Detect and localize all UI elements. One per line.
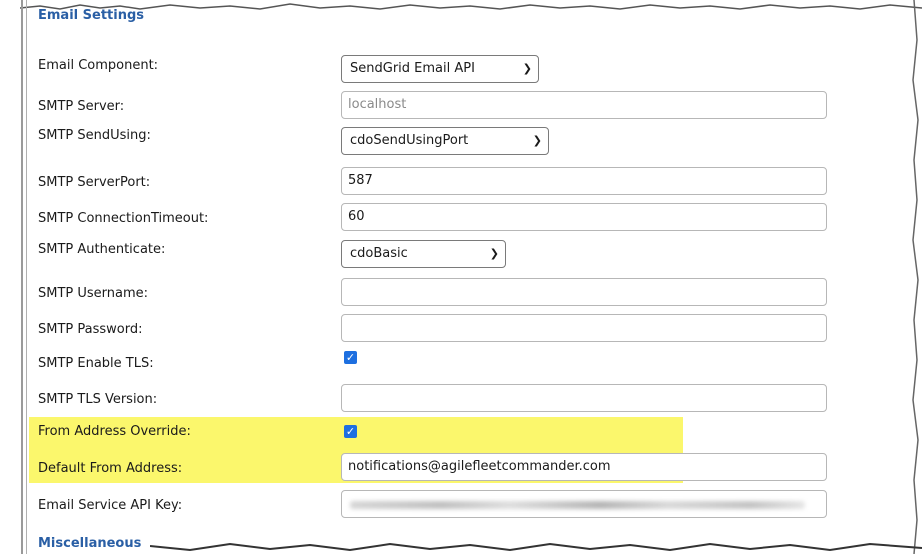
api-key-input[interactable] [341,490,827,518]
row-email-component: Email Component: SendGrid Email API ❯ [29,54,827,90]
smtp-authenticate-value: cdoBasic [350,246,408,261]
smtp-username-input[interactable] [341,278,827,306]
email-component-label: Email Component: [38,58,159,73]
check-icon: ✓ [345,425,356,438]
row-smtp-timeout: SMTP ConnectionTimeout: 60 [29,202,827,238]
smtp-serverport-input[interactable]: 587 [341,167,827,195]
row-from-address-override: From Address Override: ✓ [29,419,683,455]
smtp-enable-tls-checkbox[interactable]: ✓ [344,351,357,364]
section-title-miscellaneous: Miscellaneous [38,536,142,551]
row-smtp-enable-tls: SMTP Enable TLS: ✓ [29,349,827,385]
smtp-timeout-label: SMTP ConnectionTimeout: [38,211,209,226]
smtp-authenticate-label: SMTP Authenticate: [38,242,166,257]
frame-border-left [21,0,23,554]
smtp-server-label: SMTP Server: [38,99,125,114]
smtp-sendusing-value: cdoSendUsingPort [350,133,469,148]
row-smtp-authenticate: SMTP Authenticate: cdoBasic ❯ [29,238,827,274]
smtp-timeout-input[interactable]: 60 [341,203,827,231]
smtp-sendusing-label: SMTP SendUsing: [38,128,151,143]
torn-edge-top [20,3,922,10]
row-smtp-sendusing: SMTP SendUsing: cdoSendUsingPort ❯ [29,126,827,162]
redacted-value [350,501,805,509]
check-icon: ✓ [345,351,356,364]
torn-edge-right [912,0,919,554]
chevron-down-icon: ❯ [532,134,542,147]
smtp-authenticate-select[interactable]: cdoBasic ❯ [341,240,506,268]
row-api-key: Email Service API Key: [29,488,827,524]
smtp-tls-version-label: SMTP TLS Version: [38,392,158,407]
smtp-enable-tls-label: SMTP Enable TLS: [38,356,154,371]
section-title-email-settings: Email Settings [38,8,144,23]
api-key-label: Email Service API Key: [38,498,183,513]
row-default-from-address: Default From Address: notifications@agil… [29,452,827,488]
email-component-select[interactable]: SendGrid Email API ❯ [341,55,539,83]
row-smtp-server: SMTP Server: localhost [29,90,827,126]
from-override-label: From Address Override: [38,424,191,439]
chevron-down-icon: ❯ [522,62,532,75]
smtp-password-input[interactable] [341,314,827,342]
smtp-password-label: SMTP Password: [38,322,143,337]
smtp-username-label: SMTP Username: [38,286,149,301]
row-smtp-serverport: SMTP ServerPort: 587 [29,166,827,202]
from-override-checkbox[interactable]: ✓ [344,425,357,438]
frame-border-inner [26,0,27,554]
smtp-tls-version-input[interactable] [341,384,827,412]
default-from-label: Default From Address: [38,461,183,476]
row-smtp-tls-version: SMTP TLS Version: [29,383,827,419]
smtp-server-input[interactable]: localhost [341,91,827,119]
torn-edge-bottom [150,542,922,552]
email-component-value: SendGrid Email API [350,61,475,76]
smtp-serverport-label: SMTP ServerPort: [38,175,151,190]
chevron-down-icon: ❯ [489,247,499,260]
row-smtp-username: SMTP Username: [29,277,827,313]
row-smtp-password: SMTP Password: [29,313,827,349]
default-from-input[interactable]: notifications@agilefleetcommander.com [341,453,827,481]
smtp-sendusing-select[interactable]: cdoSendUsingPort ❯ [341,127,549,155]
